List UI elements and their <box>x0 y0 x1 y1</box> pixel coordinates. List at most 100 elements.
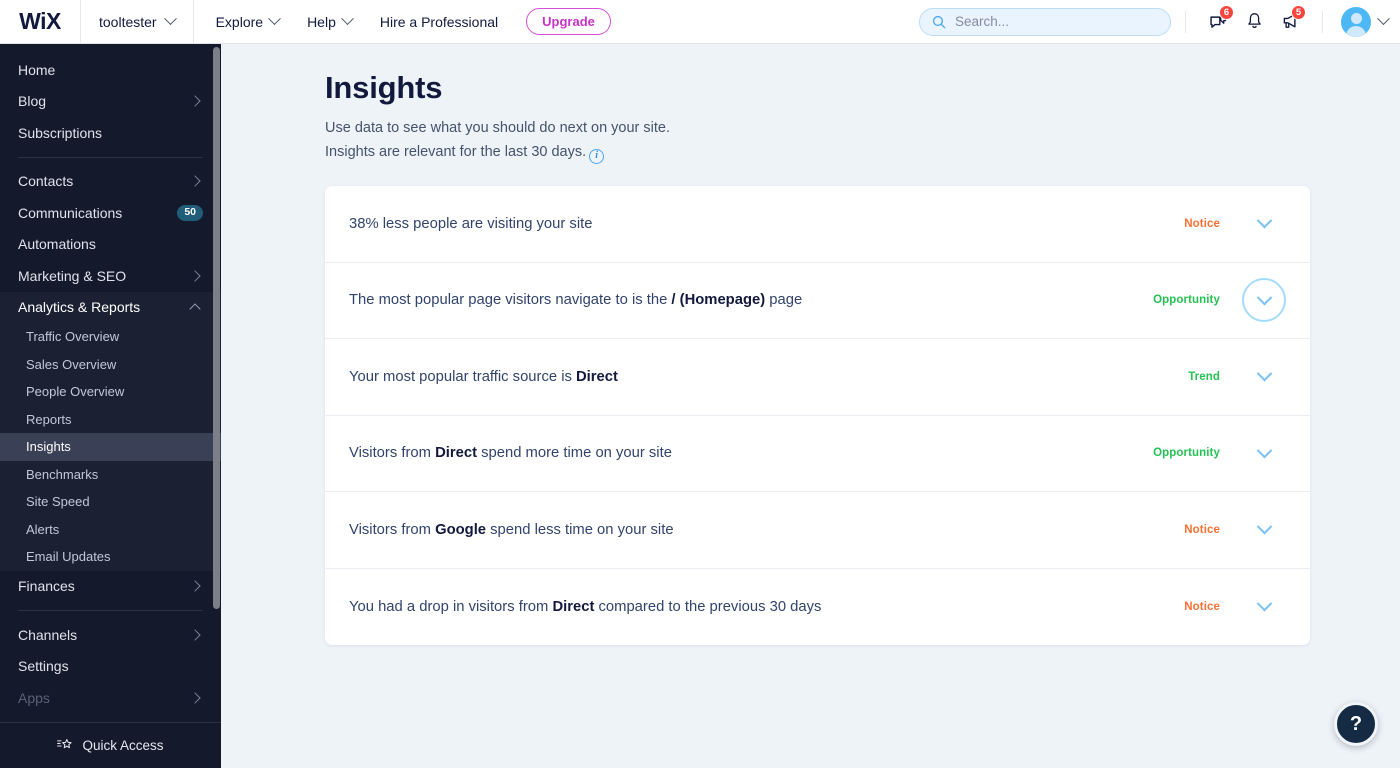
sidebar-item-communications[interactable]: Communications 50 <box>0 197 221 229</box>
search-input[interactable]: Search... <box>919 7 1171 36</box>
insight-text: Visitors from Direct spend more time on … <box>349 445 1153 461</box>
sidebar-item-marketing-and-seo[interactable]: Marketing & SEO <box>0 260 221 292</box>
status-badge: Opportunity <box>1153 294 1220 307</box>
info-icon[interactable]: i <box>589 148 605 164</box>
insight-text-bold: Direct <box>552 598 595 615</box>
page-title: Insights <box>325 70 443 105</box>
divider <box>1185 10 1186 33</box>
sidebar-item-apps[interactable]: Apps <box>0 682 221 714</box>
chevron-right-icon <box>189 692 201 704</box>
sidebar-item-label: Finances <box>18 578 75 595</box>
insight-row[interactable]: 38% less people are visiting your site N… <box>325 186 1310 263</box>
sidebar-item-label: Home <box>18 61 56 78</box>
expand-button[interactable] <box>1242 355 1286 399</box>
quick-access-label: Quick Access <box>82 738 164 753</box>
menu-item-explore[interactable]: Explore <box>202 0 293 44</box>
expand-button[interactable] <box>1242 508 1286 552</box>
site-switcher[interactable]: tooltester <box>81 0 193 44</box>
page-subtitle: Use data to see what you should do next … <box>325 116 670 164</box>
sidebar-item-people-overview[interactable]: People Overview <box>0 378 221 406</box>
sidebar-item-label: Subscriptions <box>18 124 103 141</box>
insight-row[interactable]: The most popular page visitors navigate … <box>325 263 1310 339</box>
chevron-right-icon <box>189 270 201 282</box>
chat-icon-button[interactable]: 6 <box>1200 0 1236 44</box>
insight-text: You had a drop in visitors from Direct c… <box>349 599 1184 615</box>
sidebar-item-finances[interactable]: Finances <box>0 571 221 603</box>
sidebar-item-email-updates[interactable]: Email Updates <box>0 543 221 571</box>
upgrade-button[interactable]: Upgrade <box>526 7 611 36</box>
status-badge: Trend <box>1188 370 1220 383</box>
insights-card: 38% less people are visiting your site N… <box>325 186 1310 645</box>
page-subtitle-line-2-wrap: Insights are relevant for the last 30 da… <box>325 140 670 164</box>
sidebar-item-alerts[interactable]: Alerts <box>0 516 221 544</box>
sidebar-scroll-area: Home Blog Subscriptions Contacts Communi… <box>0 44 221 722</box>
insight-text-before: Visitors from <box>349 521 436 538</box>
insight-text-before: The most popular page visitors navigate … <box>349 292 672 309</box>
sidebar-item-traffic-overview[interactable]: Traffic Overview <box>0 323 221 351</box>
main-content: Insights Use data to see what you should… <box>221 44 1400 768</box>
top-bar-right: Search... 6 5 <box>919 0 1400 44</box>
chevron-down-icon <box>268 12 281 26</box>
wix-logo[interactable]: WiX <box>0 8 80 35</box>
chevron-right-icon <box>189 95 201 107</box>
insight-text: 38% less people are visiting your site <box>349 216 1184 232</box>
sidebar-subitem-label: Traffic Overview <box>26 329 120 345</box>
top-menu: Explore Help Hire a Professional Upgrade <box>202 0 611 44</box>
insight-row[interactable]: Visitors from Direct spend more time on … <box>325 416 1310 492</box>
sidebar-divider <box>18 610 203 611</box>
insight-text: Your most popular traffic source is Dire… <box>349 369 1188 385</box>
communications-count-badge: 50 <box>177 204 203 221</box>
sidebar-item-site-speed[interactable]: Site Speed <box>0 488 221 516</box>
insight-text-after: spend less time on your site <box>486 521 674 538</box>
menu-label: Hire a Professional <box>379 13 499 30</box>
insight-text: The most popular page visitors navigate … <box>349 292 1153 308</box>
sidebar-item-blog[interactable]: Blog <box>0 86 221 118</box>
insight-row[interactable]: You had a drop in visitors from Direct c… <box>325 569 1310 646</box>
sidebar-item-home[interactable]: Home <box>0 54 221 86</box>
sidebar-item-automations[interactable]: Automations <box>0 229 221 261</box>
chevron-up-icon <box>189 303 201 315</box>
insight-text: Visitors from Google spend less time on … <box>349 522 1184 538</box>
top-bar: WiX tooltester Explore Help Hire a Profe… <box>0 0 1400 44</box>
sidebar-item-reports[interactable]: Reports <box>0 406 221 434</box>
insight-text-bold: / (Homepage) <box>671 292 766 309</box>
megaphone-icon-button[interactable]: 5 <box>1272 0 1308 44</box>
sidebar-item-sales-overview[interactable]: Sales Overview <box>0 351 221 379</box>
help-button[interactable]: ? <box>1334 702 1378 746</box>
sidebar-item-channels[interactable]: Channels <box>0 619 221 651</box>
sidebar-subitem-label: Site Speed <box>26 494 90 510</box>
sidebar-item-settings[interactable]: Settings <box>0 651 221 683</box>
menu-item-help[interactable]: Help <box>293 0 366 44</box>
menu-item-hire-a-professional[interactable]: Hire a Professional <box>366 0 512 44</box>
insight-text-before: 38% less people are visiting your site <box>349 215 593 232</box>
divider <box>192 0 194 44</box>
insight-row[interactable]: Your most popular traffic source is Dire… <box>325 339 1310 416</box>
expand-button[interactable] <box>1242 202 1286 246</box>
insight-text-after: compared to the previous 30 days <box>594 598 822 615</box>
menu-label: Help <box>307 13 336 30</box>
chevron-down-icon <box>163 12 177 26</box>
sidebar-item-insights[interactable]: Insights <box>0 433 221 461</box>
bell-icon-button[interactable] <box>1236 0 1272 44</box>
insight-text-before: Your most popular traffic source is <box>349 368 576 385</box>
chevron-down-icon <box>1256 519 1272 535</box>
sidebar-item-contacts[interactable]: Contacts <box>0 166 221 198</box>
expand-button[interactable] <box>1242 278 1286 323</box>
sidebar-item-subscriptions[interactable]: Subscriptions <box>0 117 221 149</box>
status-badge: Opportunity <box>1153 447 1220 460</box>
account-menu[interactable] <box>1341 6 1390 37</box>
expand-button[interactable] <box>1242 431 1286 475</box>
sidebar-divider <box>18 156 203 158</box>
insight-row[interactable]: Visitors from Google spend less time on … <box>325 492 1310 569</box>
divider <box>1322 10 1323 33</box>
sidebar-scrollbar[interactable] <box>213 47 220 609</box>
sidebar-item-benchmarks[interactable]: Benchmarks <box>0 461 221 489</box>
expand-button[interactable] <box>1242 585 1286 629</box>
sidebar-item-label: Blog <box>18 93 47 110</box>
status-badge: Notice <box>1184 523 1220 536</box>
status-badge: Notice <box>1184 217 1220 230</box>
insight-text-before: You had a drop in visitors from <box>349 598 553 615</box>
quick-access-button[interactable]: Quick Access <box>0 722 221 768</box>
sidebar-item-label: Contacts <box>18 173 74 190</box>
sidebar-item-analytics-and-reports[interactable]: Analytics & Reports <box>0 292 221 324</box>
